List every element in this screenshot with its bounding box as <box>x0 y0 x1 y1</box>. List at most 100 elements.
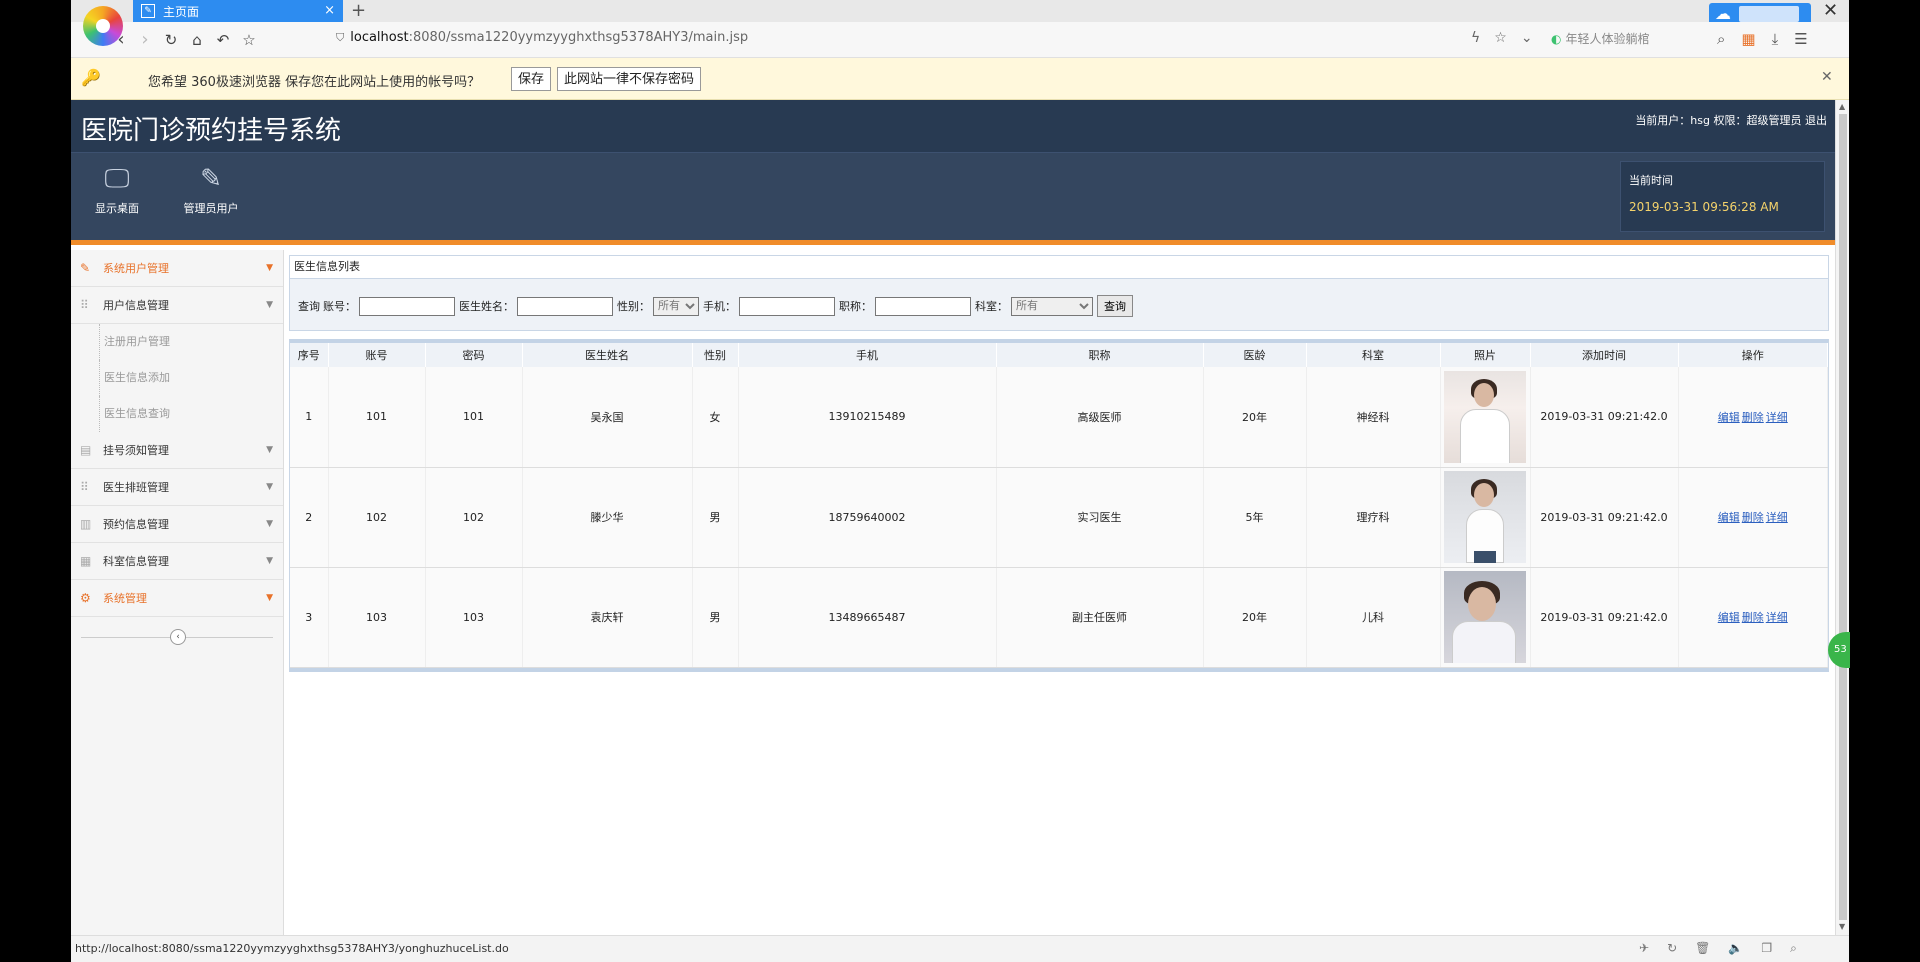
cloud-widget-label <box>1739 6 1799 22</box>
detail-link[interactable]: 详细 <box>1766 511 1788 524</box>
table-row: 3 103 103 袁庆轩 男 13489665487 副主任医师 20年 儿科 <box>290 567 1828 668</box>
never-save-button[interactable]: 此网站一律不保存密码 <box>557 67 702 91</box>
trash-icon[interactable]: 🗑 <box>1695 941 1710 956</box>
apps-icon[interactable]: ▦ <box>1741 30 1755 48</box>
scroll-down-icon[interactable]: ▼ <box>1839 922 1845 931</box>
toolbar-right: ⌕ ▦ ⤓ ☰ <box>1717 30 1808 48</box>
col-doctor-name: 医生姓名 <box>522 343 693 367</box>
sidebar-item-system-users[interactable]: ✎ 系统用户管理 ▼ <box>71 250 283 287</box>
account-input[interactable] <box>359 296 455 316</box>
show-desktop-button[interactable]: 🖵 显示桌面 <box>77 164 157 216</box>
cell-account: 102 <box>328 467 426 568</box>
delete-link[interactable]: 删除 <box>1742 511 1764 524</box>
browser-tab[interactable]: ✎ 主页面 × <box>133 0 343 22</box>
zoom-icon[interactable]: ⌕ <box>1790 941 1797 956</box>
page-scrollbar[interactable]: ▲ ▼ <box>1835 100 1849 935</box>
reload-icon[interactable]: ↻ <box>159 28 183 52</box>
tab-title: 主页面 <box>163 4 200 19</box>
query-bar: 查询 账号： 医生姓名： 性别： 所有 手机： 职称： 科室： 所有 查询 <box>289 279 1829 331</box>
admin-user-button[interactable]: ✎ 管理员用户 <box>171 164 251 216</box>
sidebar-item-label: 系统用户管理 <box>103 262 169 275</box>
phone-input[interactable] <box>739 296 835 316</box>
grid-icon: ⠿ <box>80 480 89 494</box>
detail-link[interactable]: 详细 <box>1766 611 1788 624</box>
table-row: 1 101 101 吴永国 女 13910215489 高级医师 20年 神经科 <box>290 367 1828 468</box>
delete-link[interactable]: 删除 <box>1742 411 1764 424</box>
search-input[interactable]: ◐ 年轻人体验躺棺 <box>1551 30 1650 47</box>
favorite-icon[interactable]: ☆ <box>1494 30 1507 46</box>
sidebar-sub-registered-users[interactable]: 注册用户管理 <box>99 324 283 360</box>
cell-account: 101 <box>328 367 426 468</box>
detail-link[interactable]: 详细 <box>1766 411 1788 424</box>
doctor-photo <box>1444 370 1526 463</box>
chevron-down-icon: ▼ <box>266 482 273 492</box>
sidebar-item-departments[interactable]: ▦ 科室信息管理 ▼ <box>71 543 283 580</box>
url-field[interactable]: ⛉ localhost:8080/ssma1220yymzyyghxthsg537… <box>336 30 748 45</box>
delete-link[interactable]: 删除 <box>1742 611 1764 624</box>
col-department: 科室 <box>1306 343 1441 367</box>
forward-icon[interactable]: › <box>133 28 157 52</box>
sidebar-item-label: 系统管理 <box>103 592 147 605</box>
department-select[interactable]: 所有 <box>1011 296 1093 316</box>
window-icon[interactable]: ❐ <box>1761 941 1772 956</box>
browser-window: ✎ 主页面 × + ☁ ✕ ‹ › ↻ ⌂ ↶ ☆ ⛉ localhost:808… <box>71 0 1850 962</box>
window-close-icon[interactable]: ✕ <box>1823 0 1838 22</box>
cell-photo <box>1440 367 1531 468</box>
sidebar-item-system[interactable]: ⚙ 系统管理 ▼ <box>71 580 283 617</box>
new-tab-button[interactable]: + <box>351 0 366 22</box>
scroll-up-icon[interactable]: ▲ <box>1839 102 1845 111</box>
cell-title: 副主任医师 <box>996 567 1204 668</box>
phone-label: 手机： <box>703 300 736 313</box>
edit-link[interactable]: 编辑 <box>1718 411 1740 424</box>
edit-link[interactable]: 编辑 <box>1718 611 1740 624</box>
col-phone: 手机 <box>738 343 997 367</box>
search-icon[interactable]: ⌕ <box>1717 30 1725 48</box>
scrollbar-thumb[interactable] <box>1839 114 1847 920</box>
address-bar: ‹ › ↻ ⌂ ↶ ☆ ⛉ localhost:8080/ssma1220yymz… <box>71 22 1849 58</box>
title-input[interactable] <box>875 296 971 316</box>
edit-link[interactable]: 编辑 <box>1718 511 1740 524</box>
shield-icon: ⛉ <box>336 31 345 44</box>
tab-close-icon[interactable]: × <box>324 3 335 18</box>
sidebar-item-label: 医生排班管理 <box>103 481 169 494</box>
sidebar-item-user-info[interactable]: ⠿ 用户信息管理 ▼ <box>71 287 283 324</box>
doctor-name-input[interactable] <box>517 296 613 316</box>
col-photo: 照片 <box>1440 343 1531 367</box>
star-icon[interactable]: ☆ <box>237 28 261 52</box>
save-password-button[interactable]: 保存 <box>511 67 552 91</box>
sidebar-sub-doctor-query[interactable]: 医生信息查询 <box>99 396 283 432</box>
gender-select[interactable]: 所有 <box>653 296 699 316</box>
download-icon[interactable]: ⤓ <box>1772 30 1779 48</box>
sidebar-item-appointments[interactable]: ▥ 预约信息管理 ▼ <box>71 506 283 543</box>
status-url: http://localhost:8080/ssma1220yymzyyghxt… <box>75 942 509 955</box>
table-header-row: 序号 账号 密码 医生姓名 性别 手机 职称 医龄 科室 照片 添加时间 操作 <box>290 343 1828 367</box>
user-info[interactable]: 当前用户：hsg 权限：超级管理员 退出 <box>1635 112 1827 128</box>
doc-icon: ▤ <box>80 443 92 457</box>
query-button[interactable]: 查询 <box>1097 295 1133 317</box>
monitor-icon: 🖵 <box>104 164 130 194</box>
cell-gender: 男 <box>692 567 739 668</box>
accelerate-icon[interactable]: ✈ <box>1639 941 1649 956</box>
query-label: 查询 <box>298 300 320 313</box>
lightning-icon[interactable]: ϟ <box>1471 30 1480 46</box>
sidebar-item-schedule[interactable]: ⠿ 医生排班管理 ▼ <box>71 469 283 506</box>
menu-icon[interactable]: ☰ <box>1794 30 1807 48</box>
refresh-icon[interactable]: ↻ <box>1667 941 1677 956</box>
browser-logo[interactable] <box>83 6 123 46</box>
cell-experience: 20年 <box>1203 567 1307 668</box>
close-icon[interactable]: ✕ <box>1821 69 1833 85</box>
sidebar-sub-doctor-add[interactable]: 医生信息添加 <box>99 360 283 396</box>
pencil-icon: ✎ <box>200 164 222 194</box>
cell-department: 理疗科 <box>1306 467 1441 568</box>
gender-label: 性别： <box>617 300 650 313</box>
admin-user-label: 管理员用户 <box>183 202 239 215</box>
dropdown-icon[interactable]: ⌄ <box>1521 30 1533 46</box>
password-prompt-text: 您希望 360极速浏览器 保存您在此网站上使用的帐号吗？ <box>148 75 481 90</box>
col-added-time: 添加时间 <box>1530 343 1679 367</box>
query-row: 查询 账号： 医生姓名： 性别： 所有 手机： 职称： 科室： 所有 查询 <box>298 295 1133 317</box>
collapse-left-icon[interactable]: ‹ <box>170 629 186 645</box>
undo-icon[interactable]: ↶ <box>211 28 235 52</box>
home-icon[interactable]: ⌂ <box>185 28 209 52</box>
volume-icon[interactable]: 🔈 <box>1728 941 1743 956</box>
sidebar-item-notice[interactable]: ▤ 挂号须知管理 ▼ <box>71 432 283 469</box>
